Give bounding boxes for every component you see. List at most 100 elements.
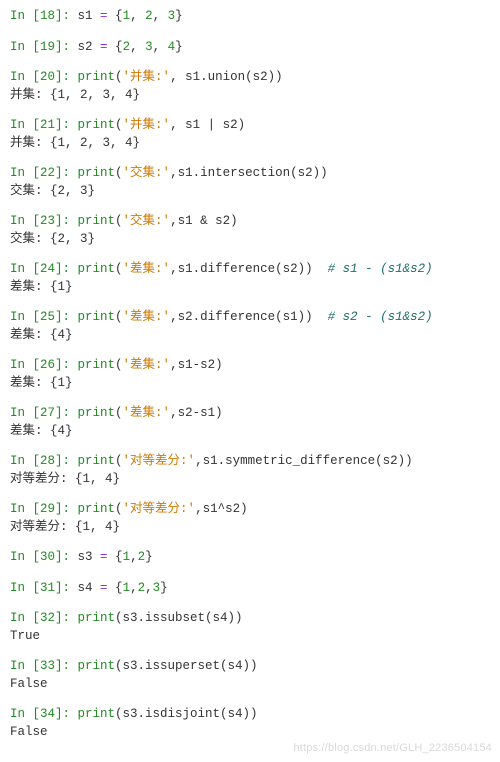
input-line: In [20]: print('并集:', s1.union(s2))	[10, 69, 490, 87]
code-token: ,	[130, 581, 138, 595]
code-token: ,	[153, 40, 168, 54]
code-token: }	[160, 581, 168, 595]
prompt: In [28]:	[10, 454, 78, 468]
code-cell: In [33]: print(s3.issuperset(s4))False	[10, 658, 490, 693]
code-cell: In [28]: print('对等差分:',s1.symmetric_diff…	[10, 453, 490, 488]
code-token: 4	[168, 40, 176, 54]
code-token: 1	[123, 550, 131, 564]
code-token: s3	[78, 550, 101, 564]
input-line: In [30]: s3 = {1,2}	[10, 549, 490, 567]
code-token: , s1 | s2)	[170, 118, 245, 132]
code-token: (	[115, 70, 123, 84]
prompt: In [22]:	[10, 166, 78, 180]
code-token: '差集:'	[123, 358, 171, 372]
code-token: ,	[130, 9, 145, 23]
prompt: In [24]:	[10, 262, 78, 276]
code-cell: In [18]: s1 = {1, 2, 3}	[10, 8, 490, 26]
code-token: '差集:'	[123, 262, 171, 276]
code-token: # s1 - (s1&s2)	[328, 262, 433, 276]
input-line: In [25]: print('差集:',s2.difference(s1)) …	[10, 309, 490, 327]
output-line: 差集: {4}	[10, 423, 490, 441]
code-cell: In [34]: print(s3.isdisjoint(s4))False	[10, 706, 490, 741]
code-token: 1	[123, 581, 131, 595]
code-cell: In [22]: print('交集:',s1.intersection(s2)…	[10, 165, 490, 200]
code-token: (s3.issuperset(s4))	[115, 659, 258, 673]
code-token: print	[78, 406, 116, 420]
code-token: 3	[168, 9, 176, 23]
prompt: In [30]:	[10, 550, 78, 564]
code-token: 2	[123, 40, 131, 54]
code-cell: In [31]: s4 = {1,2,3}	[10, 580, 490, 598]
prompt: In [20]:	[10, 70, 78, 84]
code-token: =	[100, 40, 108, 54]
code-token: {	[108, 581, 123, 595]
code-token: 3	[145, 40, 153, 54]
code-cell: In [24]: print('差集:',s1.difference(s2)) …	[10, 261, 490, 296]
input-line: In [18]: s1 = {1, 2, 3}	[10, 8, 490, 26]
code-token: print	[78, 454, 116, 468]
prompt: In [25]:	[10, 310, 78, 324]
output-line: 并集: {1, 2, 3, 4}	[10, 87, 490, 105]
code-token: print	[78, 214, 116, 228]
input-line: In [29]: print('对等差分:',s1^s2)	[10, 501, 490, 519]
code-token: print	[78, 166, 116, 180]
code-token: =	[100, 550, 108, 564]
prompt: In [31]:	[10, 581, 78, 595]
code-token: ,s1.difference(s2))	[170, 262, 328, 276]
code-token: s4	[78, 581, 101, 595]
code-token: print	[78, 502, 116, 516]
output-line: 对等差分: {1, 4}	[10, 519, 490, 537]
input-line: In [26]: print('差集:',s1-s2)	[10, 357, 490, 375]
code-token: (s3.issubset(s4))	[115, 611, 243, 625]
code-cell: In [29]: print('对等差分:',s1^s2)对等差分: {1, 4…	[10, 501, 490, 536]
code-token: }	[145, 550, 153, 564]
input-line: In [21]: print('并集:', s1 | s2)	[10, 117, 490, 135]
prompt: In [29]:	[10, 502, 78, 516]
code-token: print	[78, 262, 116, 276]
output-line: 并集: {1, 2, 3, 4}	[10, 135, 490, 153]
code-token: ,s1 & s2)	[170, 214, 238, 228]
output-line: 对等差分: {1, 4}	[10, 471, 490, 489]
code-cell: In [25]: print('差集:',s2.difference(s1)) …	[10, 309, 490, 344]
code-cell: In [26]: print('差集:',s1-s2)差集: {1}	[10, 357, 490, 392]
output-line: False	[10, 676, 490, 694]
code-token: (	[115, 502, 123, 516]
prompt: In [19]:	[10, 40, 78, 54]
prompt: In [21]:	[10, 118, 78, 132]
code-token: ,	[130, 40, 145, 54]
input-line: In [32]: print(s3.issubset(s4))	[10, 610, 490, 628]
output-line: True	[10, 628, 490, 646]
output-line: 差集: {1}	[10, 375, 490, 393]
code-token: '差集:'	[123, 310, 171, 324]
input-line: In [33]: print(s3.issuperset(s4))	[10, 658, 490, 676]
code-token: 3	[153, 581, 161, 595]
input-line: In [19]: s2 = {2, 3, 4}	[10, 39, 490, 57]
code-token: {	[108, 40, 123, 54]
code-token: ,	[153, 9, 168, 23]
code-token: , s1.union(s2))	[170, 70, 283, 84]
input-line: In [22]: print('交集:',s1.intersection(s2)…	[10, 165, 490, 183]
input-line: In [31]: s4 = {1,2,3}	[10, 580, 490, 598]
prompt: In [33]:	[10, 659, 78, 673]
code-token: ,s1.symmetric_difference(s2))	[195, 454, 413, 468]
code-cell: In [27]: print('差集:',s2-s1)差集: {4}	[10, 405, 490, 440]
prompt: In [32]:	[10, 611, 78, 625]
code-token: print	[78, 707, 116, 721]
output-line: 差集: {1}	[10, 279, 490, 297]
code-token: print	[78, 118, 116, 132]
code-token: =	[100, 9, 108, 23]
code-token: # s2 - (s1&s2)	[328, 310, 433, 324]
code-token: {	[108, 550, 123, 564]
code-token: 2	[145, 9, 153, 23]
code-token: ,s1^s2)	[195, 502, 248, 516]
output-line: False	[10, 724, 490, 742]
code-token: '并集:'	[123, 70, 171, 84]
input-line: In [24]: print('差集:',s1.difference(s2)) …	[10, 261, 490, 279]
code-token: ,s2-s1)	[170, 406, 223, 420]
code-token: ,	[130, 550, 138, 564]
code-token: {	[108, 9, 123, 23]
code-token: 2	[138, 581, 146, 595]
output-line: 差集: {4}	[10, 327, 490, 345]
code-cell: In [32]: print(s3.issubset(s4))True	[10, 610, 490, 645]
code-cell: In [20]: print('并集:', s1.union(s2))并集: {…	[10, 69, 490, 104]
